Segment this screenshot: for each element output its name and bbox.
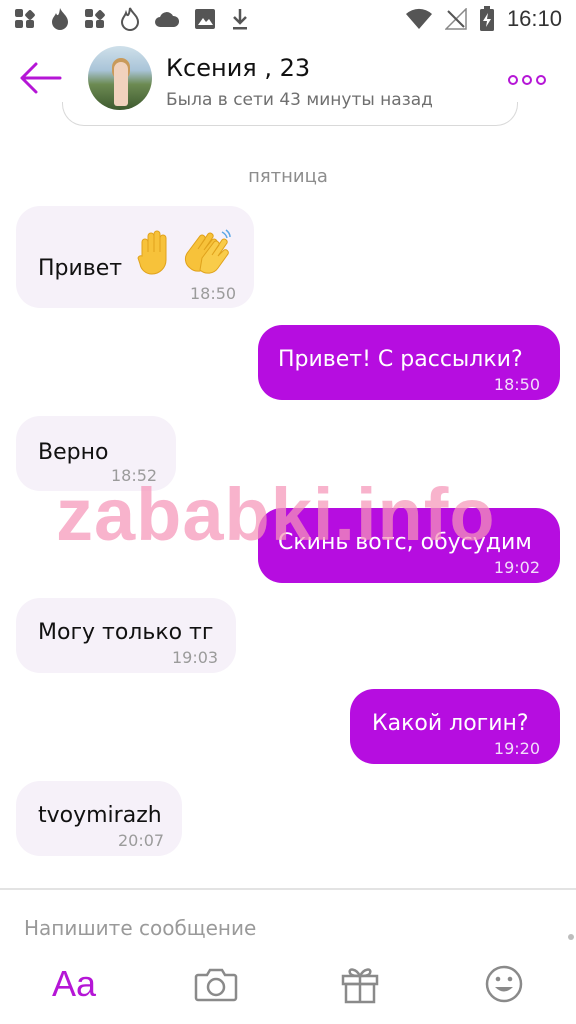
message-time: 18:50 [190, 284, 237, 303]
message-incoming[interactable]: Могу только тг 19:03 [16, 598, 236, 673]
download-icon [230, 7, 250, 31]
back-arrow-icon[interactable] [18, 60, 62, 96]
clock: 16:10 [506, 6, 562, 31]
cloud-icon [154, 10, 180, 28]
header-divider [62, 102, 518, 126]
status-bar: 16:10 [0, 0, 576, 38]
scroll-indicator [568, 934, 574, 940]
smiley-icon[interactable] [480, 960, 528, 1008]
flame-icon [120, 7, 140, 31]
message-text: Могу только тг [38, 620, 214, 645]
grid-icon [84, 8, 106, 30]
message-time: 18:50 [493, 375, 540, 394]
message-time: 20:07 [118, 831, 165, 850]
text-format-icon[interactable]: Aa [48, 960, 100, 1008]
message-time: 19:20 [493, 739, 540, 758]
message-text: Какой логин? [372, 711, 529, 736]
message-time: 19:03 [172, 648, 219, 667]
message-incoming[interactable]: tvoymirazh 20:07 [16, 781, 182, 856]
message-outgoing[interactable]: Привет! С рассылки? 18:50 [258, 325, 560, 400]
watermark: zababki.info [56, 473, 496, 556]
message-incoming[interactable]: Привет 18:50 [16, 206, 254, 308]
raised-hand-emoji-icon [134, 230, 174, 276]
composer-divider [0, 888, 576, 890]
battery-charging-icon [479, 6, 495, 32]
message-text: tvoymirazh [38, 803, 162, 828]
waving-hands-emoji-icon [182, 228, 232, 274]
message-text: Привет! С рассылки? [278, 347, 523, 372]
message-time: 19:02 [493, 558, 540, 577]
contact-name[interactable]: Ксения , 23 [166, 54, 310, 82]
message-text: Привет [38, 256, 123, 281]
day-separator: пятница [248, 166, 328, 187]
camera-icon[interactable] [192, 960, 240, 1008]
chat-header: Ксения , 23 Была в сети 43 минуты назад [0, 38, 576, 126]
more-options-icon[interactable] [508, 70, 548, 90]
flame-icon [50, 7, 70, 31]
avatar[interactable] [88, 46, 152, 110]
image-icon [194, 8, 216, 30]
message-text: Верно [38, 440, 109, 465]
composer-toolbar: Aa [0, 960, 576, 1016]
wifi-icon [405, 8, 433, 30]
message-outgoing[interactable]: Какой логин? 19:20 [350, 689, 560, 764]
grid-icon [14, 8, 36, 30]
gift-icon[interactable] [336, 960, 384, 1008]
no-signal-icon [444, 8, 467, 30]
message-input[interactable] [24, 916, 544, 940]
